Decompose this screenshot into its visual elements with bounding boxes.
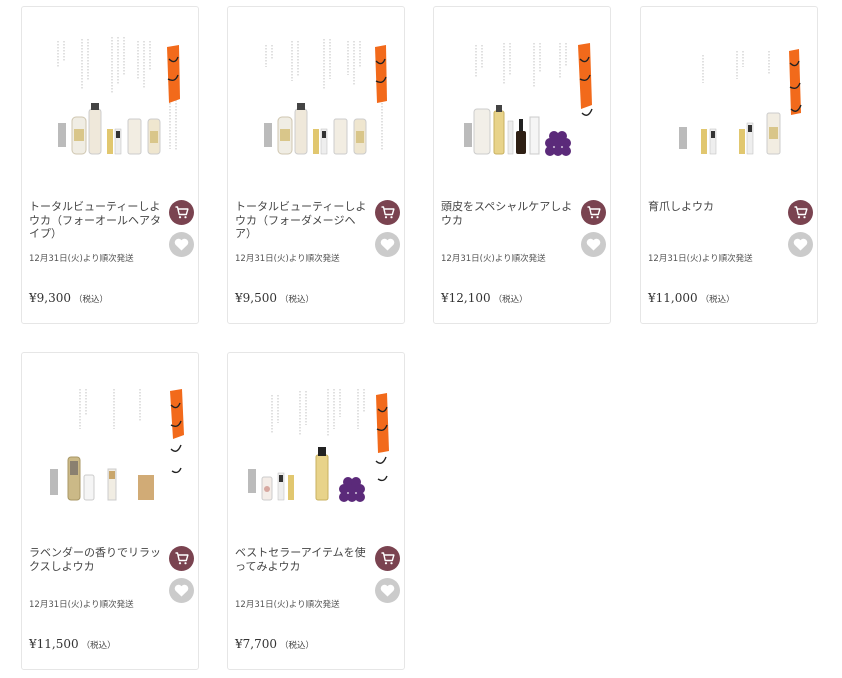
product-price: ¥9,300 （税込） [29,291,108,305]
product-image[interactable] [236,19,396,179]
price-value: ¥12,100 [441,291,491,305]
shipping-date: 12月31日(火)より順次発送 [235,600,340,610]
cart-icon [175,552,189,565]
cart-icon [587,206,601,219]
heart-icon [380,584,395,597]
product-title[interactable]: 頭皮をスペシャルケアしよウカ [441,200,573,227]
heart-icon [174,238,189,251]
product-price: ¥7,700 （税込） [235,637,314,651]
heart-icon [586,238,601,251]
cart-icon [381,206,395,219]
product-title[interactable]: 育爪しよウカ [648,200,780,214]
product-price: ¥11,000 （税込） [648,291,735,305]
heart-icon [380,238,395,251]
product-price: ¥12,100 （税込） [441,291,528,305]
add-to-cart-button[interactable] [581,200,606,225]
add-to-cart-button[interactable] [169,546,194,571]
shipping-date: 12月31日(火)より順次発送 [648,254,753,264]
product-title[interactable]: トータルビューティーしよウカ（フォーオールヘアタイプ） [29,200,161,241]
tax-included-label: （税込） [280,641,315,651]
product-card[interactable]: トータルビューティーしよウカ（フォーオールヘアタイプ） 12月31日(火)より順… [21,6,199,324]
product-image[interactable] [30,365,190,525]
cart-icon [175,206,189,219]
heart-icon [793,238,808,251]
tax-included-label: （税込） [700,295,735,305]
price-value: ¥9,300 [29,291,71,305]
product-price: ¥11,500 （税込） [29,637,116,651]
product-image[interactable] [649,19,809,179]
tax-included-label: （税込） [280,295,315,305]
cart-icon [381,552,395,565]
shipping-date: 12月31日(火)より順次発送 [235,254,340,264]
cart-icon [794,206,808,219]
product-title[interactable]: ベストセラーアイテムを使ってみよウカ [235,546,367,573]
tax-included-label: （税込） [493,295,528,305]
price-value: ¥11,500 [29,637,79,651]
product-card[interactable]: トータルビューティーしよウカ（フォーダメージヘア） 12月31日(火)より順次発… [227,6,405,324]
product-card[interactable]: 育爪しよウカ 12月31日(火)より順次発送 ¥11,000 （税込） [640,6,818,324]
product-title[interactable]: ラベンダーの香りでリラックスしよウカ [29,546,161,573]
shipping-date: 12月31日(火)より順次発送 [29,600,134,610]
product-card[interactable]: ラベンダーの香りでリラックスしよウカ 12月31日(火)より順次発送 ¥11,5… [21,352,199,670]
add-to-cart-button[interactable] [375,200,400,225]
product-title[interactable]: トータルビューティーしよウカ（フォーダメージヘア） [235,200,367,241]
heart-icon [174,584,189,597]
product-price: ¥9,500 （税込） [235,291,314,305]
tax-included-label: （税込） [81,641,116,651]
price-value: ¥7,700 [235,637,277,651]
add-to-cart-button[interactable] [375,546,400,571]
shipping-date: 12月31日(火)より順次発送 [441,254,546,264]
shipping-date: 12月31日(火)より順次発送 [29,254,134,264]
product-card[interactable]: ベストセラーアイテムを使ってみよウカ 12月31日(火)より順次発送 ¥7,70… [227,352,405,670]
product-grid: トータルビューティーしよウカ（フォーオールヘアタイプ） 12月31日(火)より順… [0,0,842,678]
add-to-cart-button[interactable] [788,200,813,225]
product-image[interactable] [30,19,190,179]
product-image[interactable] [236,365,396,525]
price-value: ¥11,000 [648,291,698,305]
product-card[interactable]: 頭皮をスペシャルケアしよウカ 12月31日(火)より順次発送 ¥12,100 （税… [433,6,611,324]
product-image[interactable] [442,19,602,179]
price-value: ¥9,500 [235,291,277,305]
tax-included-label: （税込） [74,295,109,305]
add-to-cart-button[interactable] [169,200,194,225]
